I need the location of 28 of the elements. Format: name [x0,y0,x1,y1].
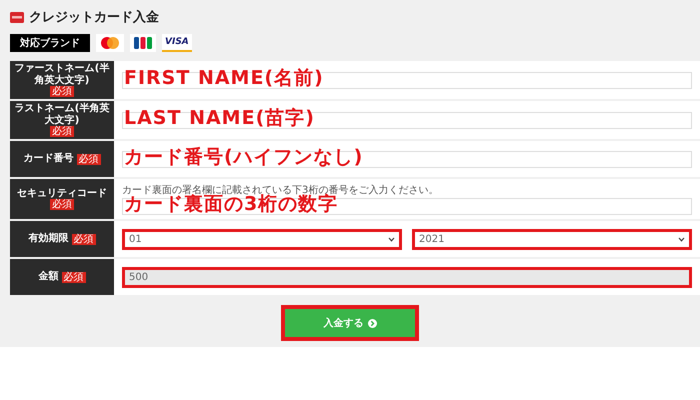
visa-text: VISA [165,37,189,47]
chevron-down-icon [678,236,685,242]
required-badge: 必須 [72,234,96,244]
required-badge: 必須 [50,199,74,210]
circles-icon [99,36,121,50]
required-badge: 必須 [62,272,86,282]
annotation-text: FIRST NAME(名前) [124,66,324,90]
required-badge: 必須 [50,126,74,137]
annotation-text: カード裏面の3桁の数字 [124,193,338,216]
amount-field[interactable]: 500 [122,266,692,288]
field-label: カード番号 [24,153,74,165]
stripes-icon [133,36,153,50]
annotation-text: カード番号(ハイフンなし) [124,144,364,168]
credit-card-icon [10,12,24,22]
select-field[interactable]: 2021 [412,228,692,250]
required-badge: 必須 [76,154,100,164]
field-label: セキュリティコード [17,188,107,199]
required-badge: 必須 [50,86,74,97]
brands-label: 対応ブランド [10,34,90,52]
field-label: 有効期限 [28,233,68,245]
field-label: ファーストネーム(半角英大文字) [14,63,110,86]
field-label: 金額 [38,271,58,283]
page-title: クレジットカード入金 [29,8,159,26]
field-label: ラストネーム(半角英大文字) [14,103,110,126]
select-field[interactable]: 01 [122,228,402,250]
chevron-down-icon [388,236,395,242]
arrow-circle-icon [368,318,376,328]
annotation-text: LAST NAME(苗字) [124,106,315,130]
